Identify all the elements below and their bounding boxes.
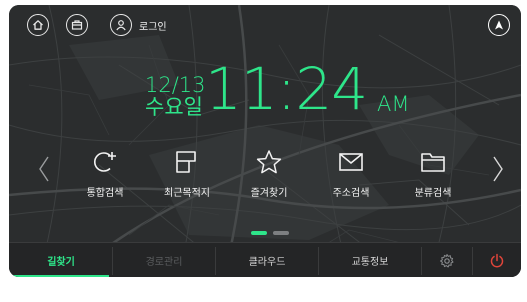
next-page-arrow-icon[interactable] xyxy=(491,155,505,183)
folder-icon xyxy=(421,153,445,172)
home-button[interactable] xyxy=(27,14,49,36)
quick-menu-category-search[interactable]: 분류검색 xyxy=(393,149,473,199)
tab-label: 클라우드 xyxy=(248,257,286,268)
power-icon xyxy=(490,253,504,267)
page-indicator-inactive[interactable] xyxy=(273,231,289,235)
settings-icon xyxy=(440,253,454,267)
quick-menu-label: 통합검색 xyxy=(86,188,124,199)
envelope-icon xyxy=(339,153,363,171)
search-plus-icon xyxy=(94,152,116,172)
home-screen: 로그인 12/13 수요일 11:24 AM 통합검색 최근목적지 즐겨찾기 주… xyxy=(9,5,521,277)
tab-route-search[interactable]: 길찾기 xyxy=(13,243,109,277)
tab-label: 길찾기 xyxy=(47,257,75,268)
work-button[interactable] xyxy=(66,14,88,36)
time-text: 11:24 xyxy=(205,55,368,123)
quick-menu-label: 즐겨찾기 xyxy=(250,188,288,199)
quick-menu-address-search[interactable]: 주소검색 xyxy=(311,149,391,199)
quick-menu-label: 주소검색 xyxy=(332,188,370,199)
login-button[interactable] xyxy=(110,14,132,36)
page-indicator-active xyxy=(251,231,267,235)
weekday-text: 수요일 xyxy=(145,95,203,119)
home-icon xyxy=(33,20,43,30)
date-display: 12/13 수요일 xyxy=(145,75,206,118)
prev-page-arrow-icon[interactable] xyxy=(37,155,51,183)
power-button[interactable] xyxy=(473,243,521,277)
active-tab-underline xyxy=(13,275,109,277)
current-location-button[interactable] xyxy=(488,14,510,36)
tab-traffic-info[interactable]: 교통정보 xyxy=(319,243,421,277)
quick-menu-integrated-search[interactable]: 통합검색 xyxy=(65,149,145,199)
tab-cloud[interactable]: 클라우드 xyxy=(216,243,318,277)
date-text: 12/13 xyxy=(145,73,206,97)
recent-destination-icon xyxy=(176,151,196,173)
star-icon xyxy=(256,150,282,174)
navigation-arrow-icon xyxy=(495,20,503,30)
login-label[interactable]: 로그인 xyxy=(139,18,167,33)
quick-menu-favorites[interactable]: 즐겨찾기 xyxy=(229,149,309,199)
settings-button[interactable] xyxy=(422,243,472,277)
bottom-tab-bar: 길찾기 경로관리 클라우드 교통정보 xyxy=(9,242,521,277)
quick-menu-label: 분류검색 xyxy=(414,188,452,199)
tab-label: 교통정보 xyxy=(351,257,389,268)
briefcase-icon xyxy=(71,20,83,30)
ampm-text: AM xyxy=(377,92,410,116)
quick-menu-label: 최근목적지 xyxy=(164,188,210,199)
user-icon xyxy=(116,20,126,31)
quick-menu-recent-destinations[interactable]: 최근목적지 xyxy=(147,149,227,199)
map-background xyxy=(9,5,521,277)
tab-route-management[interactable]: 경로관리 xyxy=(113,243,215,277)
tab-label: 경로관리 xyxy=(145,257,183,268)
